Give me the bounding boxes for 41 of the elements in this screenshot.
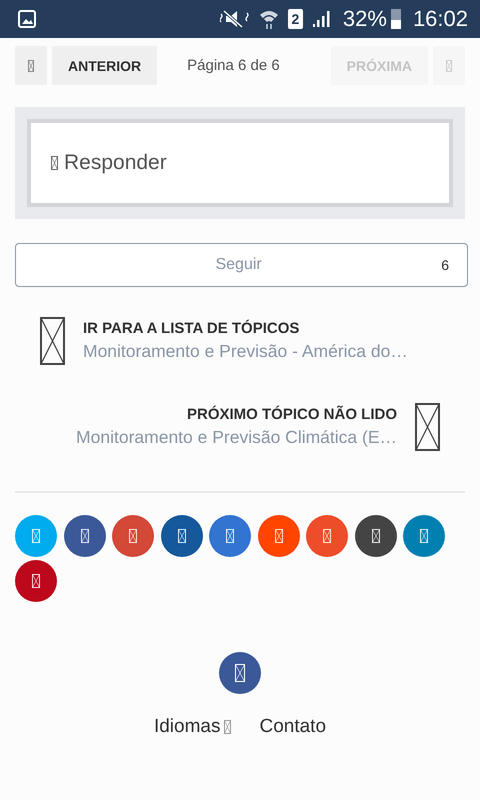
share-button[interactable]: [209, 515, 251, 557]
placeholder-glyph-icon: [415, 403, 440, 451]
placeholder-glyph-icon: [446, 60, 452, 72]
placeholder-glyph-icon: [226, 529, 234, 543]
placeholder-glyph-icon: [32, 574, 40, 588]
share-button[interactable]: [160, 515, 202, 557]
topic-link-heading[interactable]: IR PARA A LISTA DE TÓPICOS: [83, 320, 408, 337]
previous-button[interactable]: ANTERIOR: [52, 46, 158, 85]
image-icon: [18, 10, 36, 28]
placeholder-glyph-icon: [274, 529, 282, 543]
share-button[interactable]: [15, 560, 57, 602]
placeholder-glyph-icon: [28, 60, 34, 72]
page-indicator: Página 6 de 6: [187, 57, 280, 74]
share-button[interactable]: [64, 515, 106, 557]
placeholder-glyph-icon: [178, 529, 186, 543]
clock: 16:02: [412, 6, 468, 32]
mute-icon: [220, 8, 250, 30]
sim-icon: 2: [288, 9, 303, 29]
signal-icon: [310, 9, 331, 29]
battery-icon: [390, 9, 401, 29]
topic-link-heading[interactable]: PRÓXIMO TÓPICO NÃO LIDO: [186, 406, 397, 423]
placeholder-glyph-icon: [40, 317, 65, 365]
wifi-icon: [258, 8, 280, 30]
placeholder-glyph-icon: [32, 529, 40, 543]
placeholder-glyph-icon: [372, 529, 380, 543]
share-button[interactable]: [112, 515, 154, 557]
placeholder-glyph-icon: [80, 529, 88, 543]
footer-link[interactable]: Idiomas: [154, 716, 220, 738]
footer-link[interactable]: Contato: [259, 716, 326, 738]
previous-icon-button[interactable]: [15, 46, 47, 85]
placeholder-glyph-icon: [323, 529, 331, 543]
footer-badge[interactable]: [219, 652, 261, 694]
placeholder-glyph-icon: [129, 529, 137, 543]
share-button[interactable]: [403, 515, 445, 557]
follow-button[interactable]: Seguir 6: [15, 243, 468, 287]
placeholder-glyph-icon: [51, 156, 58, 170]
share-button[interactable]: [354, 515, 396, 557]
battery-percent: 32%: [342, 6, 387, 32]
placeholder-glyph-icon: [420, 529, 428, 543]
reply-button[interactable]: Responder: [27, 119, 453, 207]
placeholder-glyph-icon: [235, 664, 245, 682]
